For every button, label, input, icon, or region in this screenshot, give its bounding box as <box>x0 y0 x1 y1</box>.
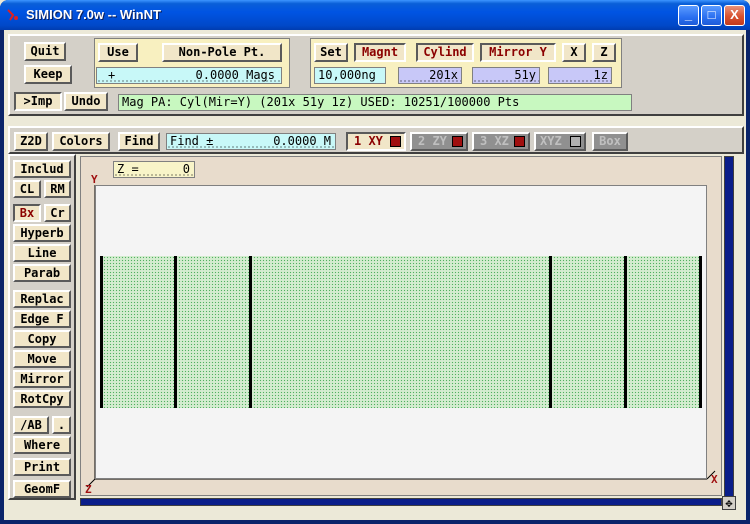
electrode-1 <box>100 256 103 408</box>
pa-view-canvas[interactable]: Z = 0 Y Z X <box>80 156 722 496</box>
mags-sign: + <box>108 68 116 82</box>
view-xy-label: 1 XY <box>354 134 383 148</box>
close-button[interactable]: X <box>724 5 745 26</box>
view-zy-label: 2 ZY <box>418 134 447 148</box>
dot-button[interactable]: . <box>52 416 71 434</box>
magnt-toggle[interactable]: Magnt <box>354 43 406 62</box>
view-xyz-button[interactable]: XYZ <box>534 132 586 151</box>
cr-button[interactable]: Cr <box>44 204 71 222</box>
status-bar: Mag PA: Cyl(Mir=Y) (201x 51y 1z) USED: 1… <box>118 94 632 111</box>
horizontal-scrollbar[interactable] <box>80 498 722 506</box>
window-title: SIMION 7.0w -- WinNT <box>26 7 161 22</box>
mirror-z-toggle[interactable]: Z <box>592 43 616 62</box>
z2d-button[interactable]: Z2D <box>14 132 48 151</box>
ab-button[interactable]: /AB <box>13 416 49 434</box>
top-control-panel: Quit Keep >Imp Undo Use Non-Pole Pt. + 0… <box>8 34 744 116</box>
electrode-4 <box>549 256 552 408</box>
maximize-button[interactable]: □ <box>701 5 722 26</box>
line-button[interactable]: Line <box>13 244 71 262</box>
view-xyz-indicator-icon <box>570 136 581 147</box>
rm-button[interactable]: RM <box>44 180 71 198</box>
view-toolbar: Z2D Colors Find Find ± 0.0000 M 1 XY 2 Z… <box>8 126 744 154</box>
minimize-button[interactable]: _ <box>678 5 699 26</box>
set-button[interactable]: Set <box>314 43 348 62</box>
z-axis-label: Z <box>85 483 92 496</box>
cylind-toggle[interactable]: Cylind <box>416 43 474 62</box>
mags-value-field[interactable]: + 0.0000 Mags <box>96 67 282 84</box>
undo-button[interactable]: Undo <box>64 92 108 111</box>
keep-button[interactable]: Keep <box>24 65 72 84</box>
title-bar[interactable]: SIMION 7.0w -- WinNT _ □ X <box>0 0 750 30</box>
imp-button[interactable]: >Imp <box>14 92 62 111</box>
mirror-x-toggle[interactable]: X <box>562 43 586 62</box>
parab-button[interactable]: Parab <box>13 264 71 282</box>
bx-button[interactable]: Bx <box>13 204 41 222</box>
quit-button[interactable]: Quit <box>24 42 66 61</box>
pan-handle-icon[interactable]: ✥ <box>722 496 736 510</box>
copy-button[interactable]: Copy <box>13 330 71 348</box>
find-label: Find ± <box>170 134 214 148</box>
view-xz-indicator-icon <box>514 136 525 147</box>
client-area: Quit Keep >Imp Undo Use Non-Pole Pt. + 0… <box>4 30 746 520</box>
replac-button[interactable]: Replac <box>13 290 71 308</box>
view-xz-label: 3 XZ <box>480 134 509 148</box>
print-button[interactable]: Print <box>13 458 71 476</box>
rotcpy-button[interactable]: RotCpy <box>13 390 71 408</box>
colors-button[interactable]: Colors <box>52 132 110 151</box>
mirror-y-toggle[interactable]: Mirror Y <box>480 43 556 62</box>
view-xyz-label: XYZ <box>540 134 562 148</box>
where-button[interactable]: Where <box>13 436 71 454</box>
find-field[interactable]: Find ± 0.0000 M <box>166 133 336 150</box>
view-xz-button[interactable]: 3 XZ <box>472 132 530 151</box>
box-button[interactable]: Box <box>592 132 628 151</box>
minimize-icon: _ <box>684 7 693 22</box>
magnetic-region <box>100 256 702 408</box>
mirror-button[interactable]: Mirror <box>13 370 71 388</box>
pa-grid-area[interactable] <box>95 185 707 479</box>
y-size-field[interactable]: 51y <box>472 67 540 84</box>
find-value: 0.0000 M <box>273 134 331 148</box>
includ-button[interactable]: Includ <box>13 160 71 178</box>
electrode-5 <box>624 256 627 408</box>
move-button[interactable]: Move <box>13 350 71 368</box>
view-xy-indicator-icon <box>390 136 401 147</box>
view-zy-indicator-icon <box>452 136 463 147</box>
edge-f-button[interactable]: Edge F <box>13 310 71 328</box>
view-zy-button[interactable]: 2 ZY <box>410 132 468 151</box>
cl-button[interactable]: CL <box>13 180 41 198</box>
hyperb-button[interactable]: Hyperb <box>13 224 71 242</box>
left-tool-palette: Includ CL RM Bx Cr Hyperb Line Parab Rep… <box>8 154 76 500</box>
use-button[interactable]: Use <box>98 43 138 62</box>
x-size-field[interactable]: 201x <box>398 67 462 84</box>
close-icon: X <box>730 7 739 22</box>
app-window: SIMION 7.0w -- WinNT _ □ X Quit Keep >Im… <box>0 0 750 524</box>
non-pole-button[interactable]: Non-Pole Pt. <box>162 43 282 62</box>
view-xy-button[interactable]: 1 XY <box>346 132 406 151</box>
simion-app-icon[interactable] <box>6 8 20 22</box>
electrode-2 <box>174 256 177 408</box>
x-axis-label: X <box>711 473 718 486</box>
mags-value: 0.0000 Mags <box>195 68 275 82</box>
electrode-6 <box>699 256 702 408</box>
find-button[interactable]: Find <box>118 132 160 151</box>
maximize-icon: □ <box>707 7 716 22</box>
ng-field[interactable]: 10,000ng <box>314 67 386 84</box>
electrode-3 <box>249 256 252 408</box>
geomf-button[interactable]: GeomF <box>13 480 71 498</box>
vertical-scrollbar[interactable] <box>724 156 734 500</box>
z-size-field[interactable]: 1z <box>548 67 612 84</box>
